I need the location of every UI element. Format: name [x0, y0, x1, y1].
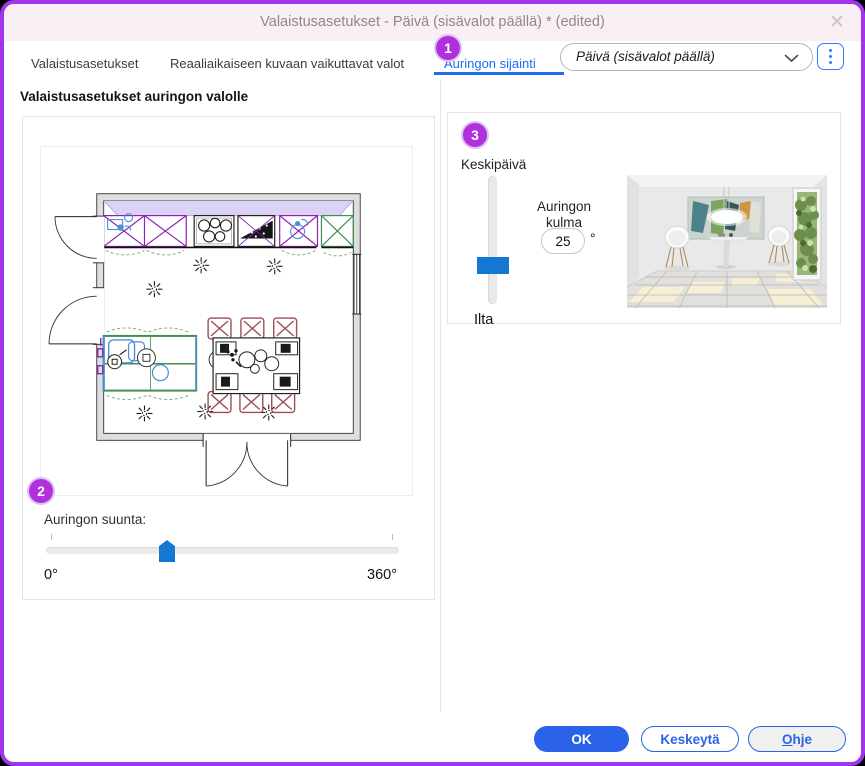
floor-plan-preview — [40, 146, 413, 496]
cancel-button[interactable]: Keskeytä — [641, 726, 739, 752]
sun-height-slider-track[interactable] — [488, 176, 497, 304]
title-bar: Valaistusasetukset - Päivä (sisävalot pä… — [4, 4, 861, 41]
left-panel-heading: Valaistusasetukset auringon valolle — [20, 89, 249, 104]
tab-valaistusasetukset[interactable]: Valaistusasetukset — [31, 56, 138, 71]
more-options-button[interactable] — [817, 43, 844, 70]
render-preview-svg — [627, 175, 827, 308]
chevron-down-icon — [784, 54, 799, 63]
floor-plan-svg — [48, 193, 362, 487]
lighting-preset-dropdown[interactable]: Päivä (sisävalot päällä) — [560, 43, 813, 71]
help-button[interactable]: Ohje — [748, 726, 846, 752]
sun-direction-slider-track[interactable] — [46, 547, 399, 554]
sun-direction-label: Auringon suunta: — [44, 512, 147, 527]
dialog-title: Valaistusasetukset - Päivä (sisävalot pä… — [260, 14, 605, 30]
sun-angle-field-wrap — [541, 228, 585, 254]
sun-angle-label: Auringon kulma — [528, 199, 600, 231]
dropdown-selected-value: Päivä (sisävalot päällä) — [576, 49, 715, 64]
close-icon[interactable]: ✕ — [824, 10, 850, 36]
ok-button[interactable]: OK — [534, 726, 629, 752]
sun-height-slider-thumb[interactable] — [477, 257, 509, 274]
slider-bottom-label: Ilta — [474, 312, 494, 328]
sun-angle-unit: ° — [590, 230, 596, 246]
panel-divider — [440, 80, 441, 712]
active-tab-underline — [434, 72, 564, 75]
kebab-dot-icon — [828, 54, 833, 59]
tab-auringon-sijainti[interactable]: Auringon sijainti — [444, 56, 536, 71]
help-accesskey: O — [781, 731, 793, 747]
kebab-dot-icon — [828, 60, 833, 65]
annotation-badge-1: 1 — [434, 34, 462, 62]
slider-tick-start — [51, 534, 52, 540]
sun-direction-min: 0° — [44, 567, 58, 583]
lighting-settings-dialog: Valaistusasetukset - Päivä (sisävalot pä… — [0, 0, 865, 766]
sun-angle-label-line1: Auringon — [536, 199, 592, 214]
sun-direction-max: 360° — [367, 567, 397, 583]
annotation-badge-3: 3 — [461, 121, 489, 149]
slider-top-label: Keskipäivä — [461, 157, 527, 172]
tab-reaaliaikaiseen-valot[interactable]: Reaaliaikaiseen kuvaan vaikuttavat valot — [170, 56, 404, 71]
sun-angle-input[interactable] — [542, 229, 584, 253]
help-label-rest: hje — [792, 731, 813, 747]
annotation-badge-2: 2 — [27, 477, 55, 505]
render-preview-image — [627, 175, 827, 308]
kebab-dot-icon — [828, 48, 833, 53]
slider-tick-end — [392, 534, 393, 540]
